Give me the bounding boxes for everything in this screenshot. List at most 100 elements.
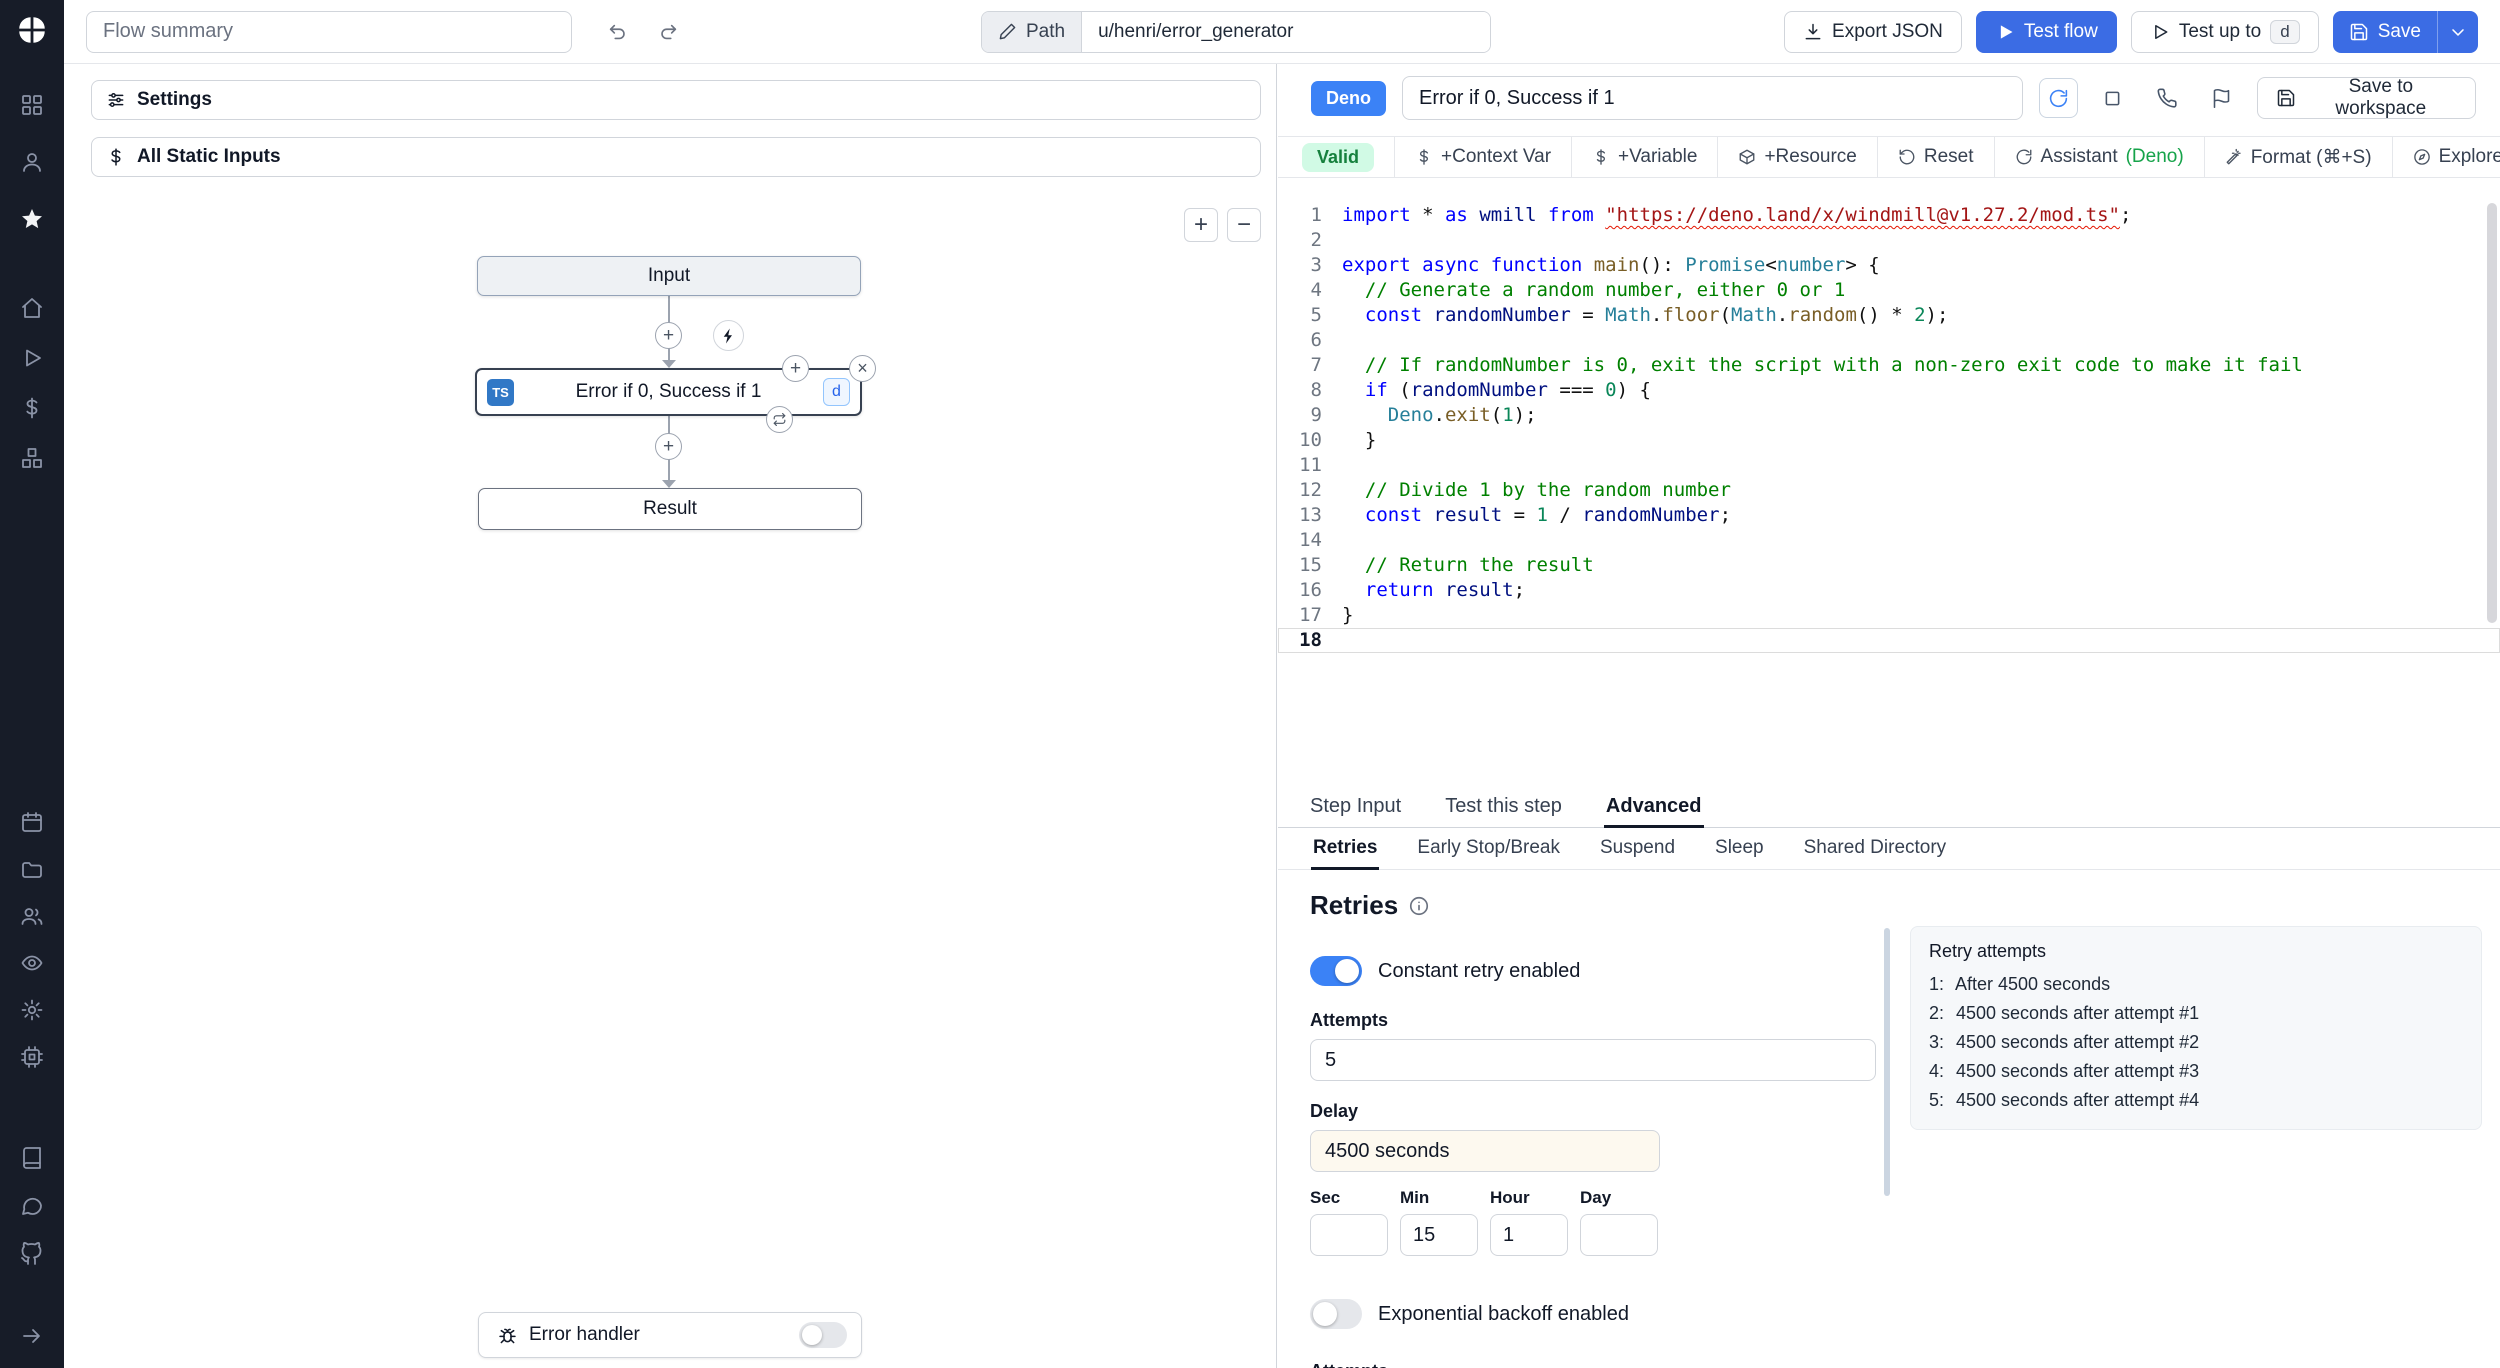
code-line-11[interactable]: 11 [1278,453,2500,478]
tab-test-this-step[interactable]: Test this step [1443,788,1564,828]
code-line-5[interactable]: 5 const randomNumber = Math.floor(Math.r… [1278,303,2500,328]
code-line-17[interactable]: 17} [1278,603,2500,628]
windmill-logo[interactable] [10,8,54,52]
step-name-input[interactable] [1402,76,2024,120]
error-handler-node[interactable]: Error handler [478,1312,862,1358]
sidebar-item-book[interactable] [12,1138,52,1178]
insert-step-button[interactable]: + [655,433,682,460]
attempts-label: Attempts [1310,1010,1389,1030]
code-line-1[interactable]: 1 import * as wmill from "https://deno.la… [1278,203,2500,228]
sidebar-item-play[interactable] [12,338,52,378]
sidebar-item-user[interactable] [12,142,52,182]
exponential-backoff-toggle[interactable] [1310,1299,1362,1329]
delay-input[interactable] [1310,1130,1660,1172]
library-button[interactable] [2202,78,2240,118]
line-number: 16 [1299,579,1322,601]
valid-status-badge: Valid [1302,142,1375,172]
line-number: 10 [1299,429,1322,451]
sidebar-item-boxes[interactable] [12,438,52,478]
save-dropdown-button[interactable] [2437,10,2478,53]
tab-advanced[interactable]: Advanced [1603,788,1704,828]
bug-icon [497,1325,518,1346]
code-line-10[interactable]: 10 } [1278,428,2500,453]
error-handler-toggle[interactable] [799,1322,847,1348]
sidebar-item-workers[interactable] [12,1037,52,1077]
toolbar-resource[interactable]: +Resource [1717,137,1876,177]
input-node[interactable]: Input [477,256,861,296]
min-input[interactable] [1400,1214,1478,1256]
export-json-button[interactable]: Export JSON [1784,10,1962,53]
code-line-4[interactable]: 4 // Generate a random number, either 0 … [1278,278,2500,303]
sidebar-item-star[interactable] [12,199,52,239]
code-line-8[interactable]: 8 if (randomNumber === 0) { [1278,378,2500,403]
toolbar-explore-other-s[interactable]: Explore other s [2391,137,2500,177]
code-line-12[interactable]: 12 // Divide 1 by the random number [1278,478,2500,503]
code-line-6[interactable]: 6 [1278,328,2500,353]
toolbar-assistant[interactable]: Assistant (Deno) [1993,137,2204,177]
sidebar-item-folder[interactable] [12,849,52,889]
redo-button[interactable] [648,12,688,52]
sidebar-item-gear[interactable] [12,990,52,1030]
sidebar-item-calendar[interactable] [12,802,52,842]
code-line-7[interactable]: 7 // If randomNumber is 0, exit the scri… [1278,353,2500,378]
path-edit-badge[interactable]: Path [981,11,1083,52]
undo-button[interactable] [598,12,638,52]
step-add-branch-button[interactable]: + [782,355,809,382]
all-static-inputs-bar[interactable]: All Static Inputs [91,137,1261,177]
sidebar-item-grid[interactable] [12,85,52,125]
sidebar-item-home[interactable] [12,288,52,328]
trigger-step-button[interactable] [713,320,744,351]
feedback-button[interactable] [2148,78,2186,118]
hour-input[interactable] [1490,1214,1568,1256]
zoom-out-button[interactable]: − [1227,208,1261,242]
code-editor[interactable]: 1 import * as wmill from "https://deno.la… [1278,179,2500,788]
attempts-input[interactable] [1310,1039,1876,1081]
sidebar-item-discord[interactable] [12,1186,52,1226]
sidebar-item-dollar[interactable] [12,388,52,428]
save-button[interactable]: Save [2333,11,2437,53]
test-flow-button[interactable]: Test flow [1975,10,2117,53]
code-line-2[interactable]: 2 [1278,228,2500,253]
sidebar-item-github[interactable] [12,1234,52,1274]
expand-sidebar-button[interactable] [12,1316,52,1356]
code-line-16[interactable]: 16 return result; [1278,578,2500,603]
save-to-workspace-button[interactable]: Save to workspace [2256,76,2476,119]
subtab-suspend[interactable]: Suspend [1598,828,1677,870]
toolbar-format-s[interactable]: Format (⌘+S) [2203,137,2392,177]
code-line-18[interactable]: 18 [1278,628,2500,653]
subtab-shared-directory[interactable]: Shared Directory [1802,828,1949,870]
test-up-to-button[interactable]: Test up to d [2130,10,2319,53]
sync-button[interactable] [2039,78,2078,118]
code-line-3[interactable]: 3 export async function main(): Promise<n… [1278,253,2500,278]
day-input[interactable] [1580,1214,1658,1256]
export-icon [1803,22,1823,42]
step-editor-panel: Deno Save to workspace Valid +Context Va… [1278,64,2500,1368]
sidebar-item-eye[interactable] [12,943,52,983]
subtab-sleep[interactable]: Sleep [1713,828,1766,870]
step-loop-button[interactable] [766,406,793,433]
code-line-9[interactable]: 9 Deno.exit(1); [1278,403,2500,428]
editor-scrollbar[interactable] [2487,203,2497,623]
toolbar-context-var[interactable]: +Context Var [1394,137,1571,177]
toolbar-variable[interactable]: +Variable [1571,137,1717,177]
grid-icon [20,93,44,117]
settings-bar[interactable]: Settings [91,80,1261,120]
toolbar-reset[interactable]: Reset [1876,137,1994,177]
subtab-retries[interactable]: Retries [1311,828,1380,870]
constant-retry-toggle[interactable] [1310,956,1362,986]
flow-summary-input[interactable] [86,10,572,53]
result-node[interactable]: Result [478,488,862,530]
sec-input[interactable] [1310,1214,1388,1256]
code-line-15[interactable]: 15 // Return the result [1278,553,2500,578]
tab-step-input[interactable]: Step Input [1308,788,1403,828]
path-input[interactable] [1082,11,1491,52]
code-line-14[interactable]: 14 [1278,528,2500,553]
fullscreen-button[interactable] [2094,78,2132,118]
insert-step-button[interactable]: + [655,322,682,349]
form-scrollbar[interactable] [1884,928,1890,1196]
step-delete-button[interactable]: × [849,355,876,382]
subtab-early-stop-break[interactable]: Early Stop/Break [1415,828,1562,870]
sidebar-item-users[interactable] [12,896,52,936]
zoom-in-button[interactable]: + [1184,208,1218,242]
code-line-13[interactable]: 13 const result = 1 / randomNumber; [1278,503,2500,528]
